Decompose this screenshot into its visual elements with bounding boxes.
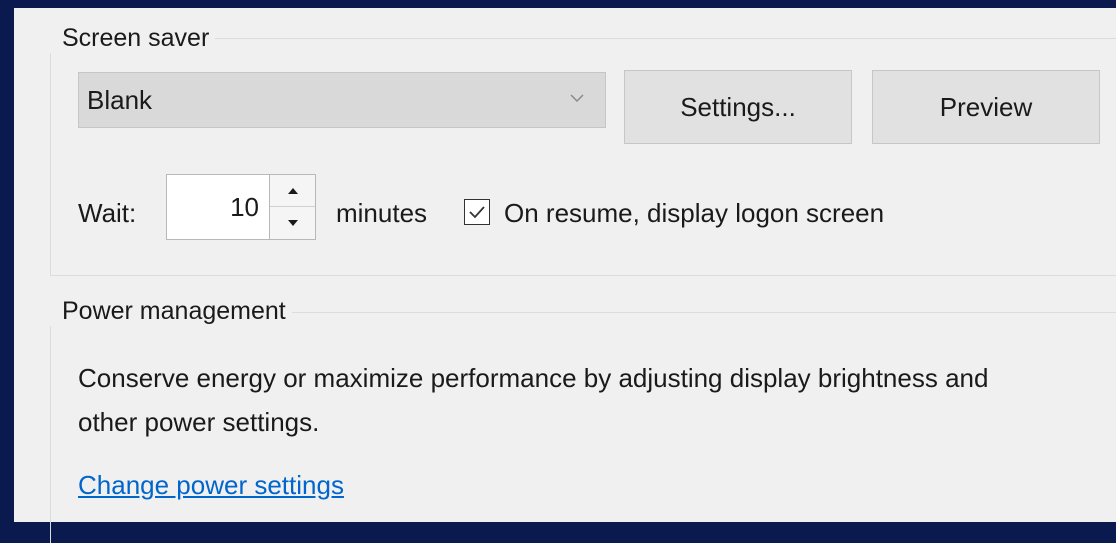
power-management-group-title: Power management [50,296,292,326]
wait-minutes-stepper [270,174,316,240]
increment-button[interactable] [270,175,315,207]
screen-saver-select[interactable]: Blank [78,72,606,128]
resume-logon-checkbox[interactable] [464,199,490,225]
minutes-label: minutes [336,198,428,228]
change-power-settings-link[interactable]: Change power settings [78,470,344,500]
preview-button[interactable]: Preview [872,70,1100,144]
resume-logon-label[interactable]: On resume, display logon screen [504,198,884,228]
settings-button[interactable]: Settings... [624,70,852,144]
screen-saver-group-title: Screen saver [50,23,216,53]
screen-saver-settings-dialog: Screen saver Blank Settings... Preview W… [14,8,1116,543]
wait-minutes-input[interactable] [166,174,270,240]
wait-label: Wait: [78,198,137,228]
chevron-down-icon [569,91,585,105]
decrement-button[interactable] [270,207,315,239]
power-management-description: Conserve energy or maximize performance … [78,363,989,437]
screen-saver-selected-value: Blank [87,85,153,115]
